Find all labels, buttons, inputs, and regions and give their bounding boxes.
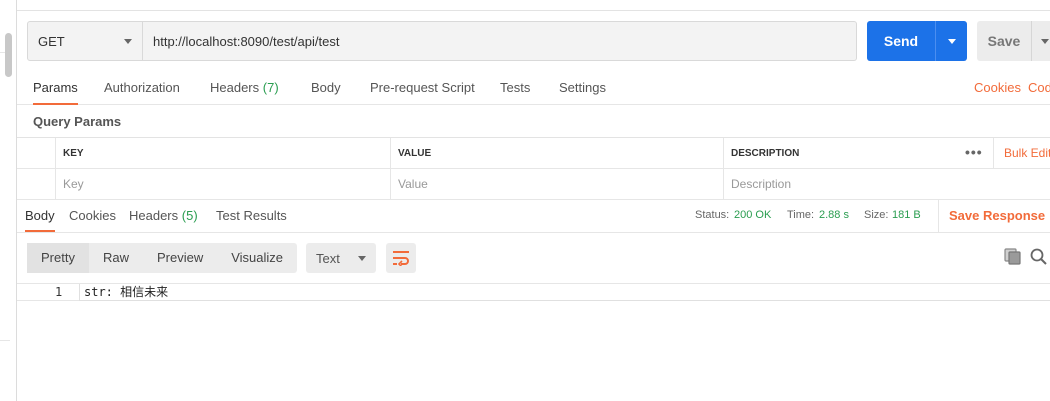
- table-row: Key Value Description: [17, 169, 1050, 200]
- headers-count: (5): [181, 208, 198, 223]
- search-icon[interactable]: [1029, 247, 1049, 267]
- sidebar-scrollbar[interactable]: [5, 33, 12, 77]
- mode-preview[interactable]: Preview: [143, 243, 217, 273]
- tab-response-headers[interactable]: Headers (5): [129, 200, 198, 232]
- postman-window: GET Send Save Params Authorization Heade…: [0, 0, 1050, 401]
- chevron-down-icon: [1040, 38, 1049, 44]
- value-column-header: VALUE: [390, 138, 723, 169]
- headers-count: (7): [262, 80, 279, 95]
- query-params-table: KEY VALUE DESCRIPTION ••• Bulk Edit Key …: [17, 137, 1050, 200]
- tab-authorization[interactable]: Authorization: [104, 72, 180, 105]
- tab-test-results[interactable]: Test Results: [216, 200, 287, 232]
- request-panel: GET Send Save Params Authorization Heade…: [17, 0, 1050, 401]
- status-value[interactable]: 200 OK: [734, 200, 771, 232]
- tab-label: Body: [25, 208, 55, 223]
- time-label: Time:: [787, 209, 815, 221]
- key-cell[interactable]: Key: [55, 169, 390, 200]
- mode-raw[interactable]: Raw: [89, 243, 143, 273]
- tab-pre-request-script[interactable]: Pre-request Script: [370, 72, 475, 105]
- save-button[interactable]: Save: [977, 21, 1050, 61]
- sidebar-divider: [0, 340, 10, 341]
- header-label: DESCRIPTION: [731, 148, 800, 159]
- tab-label: Headers: [129, 208, 179, 223]
- key-column-header: KEY: [55, 138, 390, 169]
- line-number: 1: [55, 285, 63, 299]
- time-value[interactable]: 2.88 s: [819, 200, 849, 232]
- wrap-lines-icon: [393, 251, 409, 266]
- value-cell[interactable]: Value: [390, 169, 723, 200]
- send-label: Send: [883, 33, 919, 49]
- status-label: Status:: [695, 209, 730, 221]
- tab-label: Settings: [559, 80, 606, 95]
- description-column-header: DESCRIPTION: [723, 138, 955, 169]
- send-options-dropdown[interactable]: [935, 21, 967, 61]
- tab-body[interactable]: Body: [311, 72, 341, 105]
- save-options-dropdown[interactable]: [1031, 21, 1050, 61]
- format-select[interactable]: Text: [306, 243, 376, 273]
- tab-label: Headers: [210, 80, 260, 95]
- table-header-row: KEY VALUE DESCRIPTION ••• Bulk Edit: [17, 138, 1050, 169]
- tab-response-body[interactable]: Body: [25, 200, 55, 232]
- method-select[interactable]: GET: [27, 21, 143, 61]
- tab-label: Test Results: [216, 208, 287, 223]
- key-placeholder: Key: [63, 177, 84, 191]
- more-options-icon[interactable]: •••: [965, 138, 983, 169]
- mode-visualize[interactable]: Visualize: [217, 243, 297, 273]
- chevron-down-icon: [947, 38, 956, 44]
- size-label: Size:: [864, 209, 889, 221]
- request-tabs: Params Authorization Headers (7) Body Pr…: [17, 72, 1050, 105]
- copy-icon[interactable]: [1003, 248, 1023, 266]
- code-line: str: 相信未来: [79, 284, 1050, 301]
- format-value: Text: [316, 250, 340, 266]
- tab-params[interactable]: Params: [33, 72, 78, 105]
- header-label: VALUE: [398, 148, 432, 159]
- view-mode-selector: Pretty Raw Preview Visualize: [27, 243, 298, 273]
- divider: [17, 10, 1050, 11]
- tab-label: Cookies: [69, 208, 116, 223]
- send-button[interactable]: Send: [867, 21, 967, 61]
- method-value: GET: [38, 33, 65, 49]
- tab-label: Body: [311, 80, 341, 95]
- size-value[interactable]: 181 B: [892, 200, 921, 232]
- chevron-down-icon: [358, 255, 366, 261]
- tab-label: Pre-request Script: [370, 80, 475, 95]
- tab-tests[interactable]: Tests: [500, 72, 530, 105]
- line-gutter: 1: [17, 284, 79, 301]
- save-response-button[interactable]: Save Response: [938, 200, 1050, 232]
- wrap-lines-button[interactable]: [386, 243, 416, 273]
- response-tabs: Body Cookies Headers (5) Test Results St…: [17, 200, 1050, 233]
- url-input[interactable]: [143, 21, 857, 61]
- save-label: Save: [987, 33, 1021, 49]
- tab-label: Authorization: [104, 80, 180, 95]
- tab-settings[interactable]: Settings: [559, 72, 606, 105]
- save-response-label: Save Response: [949, 208, 1046, 223]
- request-bar: GET: [27, 21, 857, 61]
- tab-response-cookies[interactable]: Cookies: [69, 200, 116, 232]
- mode-pretty[interactable]: Pretty: [27, 243, 89, 273]
- header-label: KEY: [63, 148, 84, 159]
- tab-headers[interactable]: Headers (7): [210, 72, 279, 105]
- tab-label: Tests: [500, 80, 531, 95]
- tab-label: Params: [33, 80, 78, 95]
- cookies-link[interactable]: Cookies: [974, 72, 1021, 105]
- response-body-editor[interactable]: 1 str: 相信未来: [17, 283, 1050, 401]
- chevron-down-icon: [124, 38, 132, 44]
- query-params-title: Query Params: [33, 114, 122, 129]
- description-cell[interactable]: Description: [723, 169, 1050, 200]
- code-link[interactable]: Code: [1028, 72, 1050, 105]
- value-placeholder: Value: [398, 177, 428, 191]
- sidebar-edge: [0, 0, 17, 401]
- bulk-edit-link[interactable]: Bulk Edit: [993, 138, 1050, 169]
- description-placeholder: Description: [731, 177, 792, 191]
